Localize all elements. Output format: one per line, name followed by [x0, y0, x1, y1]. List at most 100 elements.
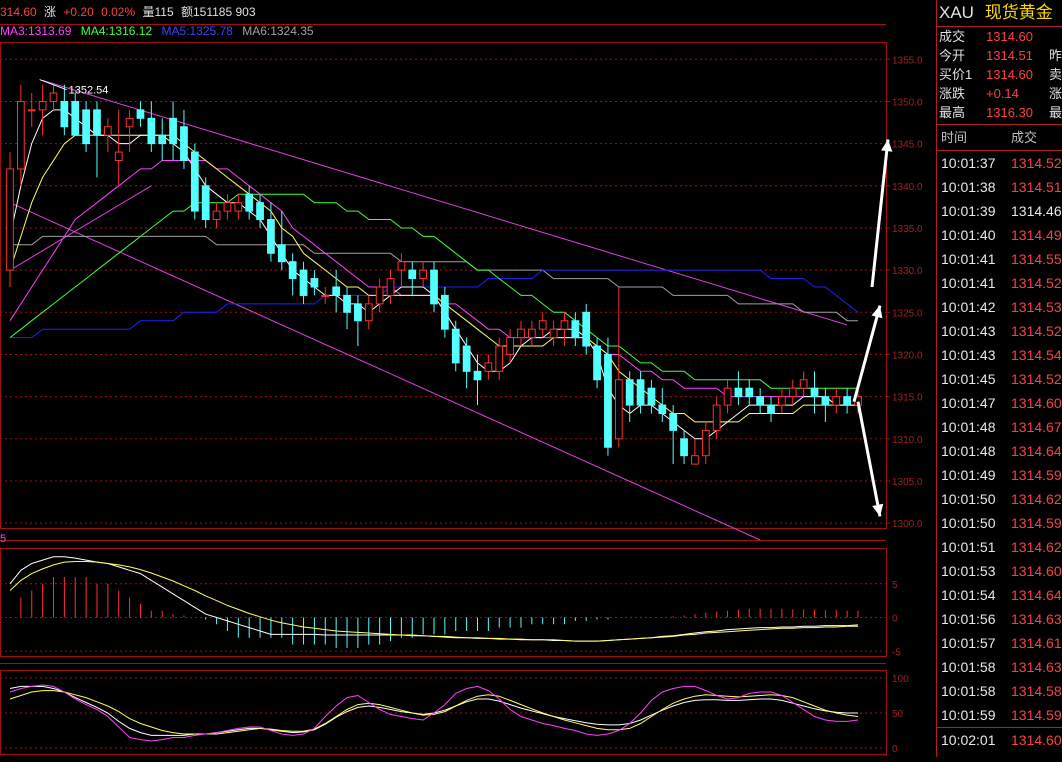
tick-price: 1314.63	[1011, 611, 1062, 627]
candle-body	[397, 261, 406, 271]
tick-row: 10:01:45 1314.52	[937, 367, 1062, 391]
candle-body	[723, 387, 732, 406]
tick-row: 10:01:48 1314.64	[937, 439, 1062, 463]
tick-time: 10:01:43	[941, 323, 996, 339]
candle-body	[93, 109, 101, 136]
candle-body	[321, 294, 330, 297]
tick-price: 1314.53	[1011, 299, 1062, 315]
tick-row: 10:01:41 1314.55	[937, 247, 1062, 271]
tick-time: 10:01:37	[941, 155, 996, 171]
arrow-down	[856, 401, 882, 517]
tick-row: 10:01:50 1314.62	[937, 487, 1062, 511]
kdj-axis-label: 50	[892, 709, 904, 720]
tick-row: 10:01:42 1314.53	[937, 295, 1062, 319]
macd-axis-label: 0	[892, 614, 898, 625]
header-volume: 量115	[142, 5, 174, 19]
candle-body	[354, 303, 362, 322]
macd-axis-label: 5	[892, 580, 898, 591]
candle-body	[169, 117, 177, 145]
candle-body	[299, 269, 308, 296]
candle-body	[201, 185, 210, 221]
candle-body	[843, 396, 851, 406]
tick-row: 10:01:47 1314.60	[937, 391, 1062, 415]
tick-time: 10:01:48	[941, 419, 996, 435]
candle-body	[778, 396, 786, 406]
tick-price: 1314.51	[1011, 179, 1062, 195]
quote-row-label: 涨跌	[939, 86, 966, 101]
candle-body	[647, 387, 656, 406]
candle-body	[604, 353, 612, 448]
quote-row-label2: 最	[1049, 105, 1062, 120]
tick-row: 10:01:59 1314.59	[937, 703, 1062, 727]
candle-body	[506, 337, 514, 355]
tick-price: 1314.59	[1011, 467, 1062, 483]
macd-axis-label: -5	[892, 647, 901, 658]
kdj-pane-frame	[0, 670, 887, 755]
tick-table-header: 时间 成交	[937, 125, 1062, 150]
price-axis-label: 1320.0	[892, 350, 923, 361]
chart-area[interactable]: 1355.0 1350.0 1345.0 1340.0 1335.0 1330.0 1325…	[0, 0, 936, 757]
tick-row: 10:02:01 1314.60	[937, 728, 1062, 752]
candle-body	[821, 396, 830, 406]
candle-body	[669, 413, 678, 431]
tick-time: 10:01:40	[941, 227, 996, 243]
quote-row-label: 今开	[939, 48, 966, 63]
tick-price: 1314.52	[1011, 275, 1062, 291]
candle-body	[712, 404, 721, 431]
tick-row: 10:01:43 1314.52	[937, 319, 1062, 343]
candle-body	[538, 320, 547, 330]
macd-pane-frame	[0, 548, 887, 657]
candle-body	[364, 303, 373, 322]
candle-body	[832, 396, 841, 406]
macd-left-label: 5	[0, 533, 6, 545]
tick-price: 1314.59	[1011, 707, 1062, 723]
tick-price: 1314.60	[1011, 563, 1062, 579]
candle-body	[136, 109, 145, 119]
kline-chart-svg[interactable]: 1355.0 1350.0 1345.0 1340.0 1335.0 1330.0 1325…	[0, 0, 936, 757]
candle-body	[277, 244, 286, 263]
tick-price: 1314.60	[1011, 732, 1062, 748]
quote-panel: XAU 现货黄金 成交 1314.60 今开 1314.51 昨买价1 1314.60 卖涨…	[936, 0, 1062, 757]
arrow-up-near	[852, 305, 882, 403]
candle-body	[343, 294, 351, 313]
header-price: 314.60	[0, 5, 37, 19]
price-axis-label: 1300.0	[892, 519, 923, 530]
candle-body	[419, 269, 427, 280]
price-header: 314.60 涨 +0.20 0.02% 量115 额151185 903	[0, 3, 260, 20]
candle-body	[180, 126, 188, 162]
price-axis-label: 1325.0	[892, 308, 923, 319]
candle-body	[386, 278, 395, 296]
candle-body	[82, 109, 90, 145]
candle-body	[462, 345, 471, 372]
tick-price: 1314.46	[1011, 203, 1062, 219]
candle-body	[38, 100, 47, 111]
tick-row: 10:01:58 1314.63	[937, 655, 1062, 679]
tick-row: 10:01:57 1314.61	[937, 631, 1062, 655]
candle-body	[441, 294, 449, 330]
candle-body	[701, 429, 710, 457]
tick-time: 10:01:42	[941, 299, 996, 315]
header-change-label: 涨	[44, 5, 57, 19]
candle-body	[767, 404, 775, 415]
tick-time: 10:01:48	[941, 443, 996, 459]
candle-body	[288, 261, 297, 280]
main-pane-frame	[0, 42, 887, 529]
quote-row-label: 成交	[939, 29, 966, 44]
candle-body	[60, 100, 69, 128]
quote-row-label2: 涨	[1049, 86, 1062, 101]
candle-body	[527, 328, 536, 339]
ma5-label: MA5:1325.78	[161, 24, 233, 38]
candle-body	[593, 345, 601, 381]
tick-price: 1314.62	[1011, 539, 1062, 555]
tick-time: 10:01:47	[941, 395, 996, 411]
price-axis-label: 1335.0	[892, 224, 923, 235]
tick-row: 10:01:49 1314.59	[937, 463, 1062, 487]
tick-time: 10:01:41	[941, 275, 996, 291]
price-axis-label: 1330.0	[892, 266, 923, 277]
candle-body	[103, 126, 112, 136]
candle-body	[495, 345, 504, 372]
candle-body	[810, 387, 819, 398]
col-time: 时间	[941, 130, 968, 145]
tick-list[interactable]: 10:01:37 1314.52 10:01:38 1314.51 10:01:39 13…	[937, 151, 1062, 752]
tick-price: 1314.63	[1011, 659, 1062, 675]
